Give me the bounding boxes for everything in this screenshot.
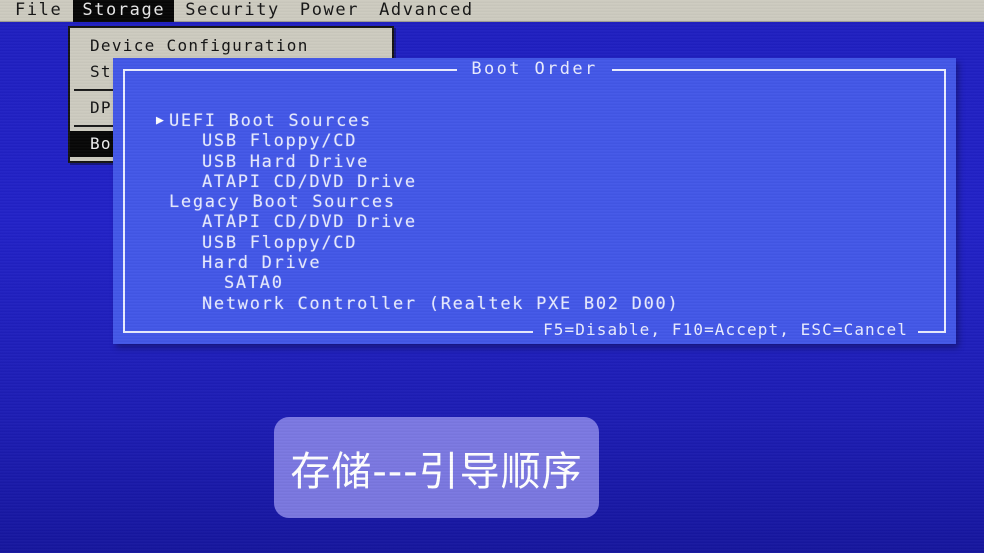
boot-list-item[interactable]: SATA0: [169, 273, 924, 293]
caption-overlay: 存储---引导顺序: [274, 417, 599, 518]
boot-list-item-label: UEFI Boot Sources: [169, 111, 372, 131]
boot-list-item-label: Hard Drive: [202, 253, 322, 274]
boot-list-item[interactable]: Network Controller (Realtek PXE B02 D00): [169, 294, 924, 314]
boot-list-item[interactable]: ▶ UEFI Boot Sources: [156, 111, 924, 131]
boot-list-item-label: ATAPI CD/DVD Drive: [202, 171, 417, 192]
boot-list-item[interactable]: ATAPI CD/DVD Drive: [169, 172, 924, 192]
boot-list-item-label: Network Controller (Realtek PXE B02 D00): [202, 293, 680, 314]
boot-list-item-label: ATAPI CD/DVD Drive: [202, 212, 417, 233]
dialog-key-hints: F5=Disable, F10=Accept, ESC=Cancel: [533, 320, 918, 340]
dropdown-item-0[interactable]: Device Configuration: [70, 33, 392, 59]
boot-list-item[interactable]: Legacy Boot Sources: [169, 192, 924, 212]
boot-order-dialog: Boot Order ▶ UEFI Boot Sources USB Floppy/…: [113, 58, 956, 344]
boot-list-item-label: SATA0: [224, 273, 284, 294]
dialog-title: Boot Order: [457, 59, 612, 79]
boot-order-list[interactable]: ▶ UEFI Boot Sources USB Floppy/CD USB Hard …: [156, 111, 924, 314]
boot-list-item-label: USB Hard Drive: [202, 151, 370, 172]
boot-list-item-label: Legacy Boot Sources: [169, 192, 396, 213]
boot-list-item[interactable]: USB Hard Drive: [169, 152, 924, 172]
bios-screen: File Storage Security Power Advanced Device …: [0, 0, 984, 553]
boot-list-item-label: USB Floppy/CD: [202, 131, 358, 152]
menu-item-storage[interactable]: Storage: [73, 0, 175, 22]
boot-list-item[interactable]: Hard Drive: [169, 253, 924, 273]
boot-list-item[interactable]: USB Floppy/CD: [169, 131, 924, 151]
menu-bar: File Storage Security Power Advanced: [0, 0, 984, 22]
caption-text: 存储---引导顺序: [290, 448, 583, 495]
menu-item-security[interactable]: Security: [176, 0, 289, 22]
boot-list-item[interactable]: USB Floppy/CD: [169, 233, 924, 253]
selection-cursor-icon: ▶: [156, 113, 166, 128]
menu-item-file[interactable]: File: [6, 0, 71, 22]
dialog-frame: Boot Order ▶ UEFI Boot Sources USB Floppy/…: [123, 59, 946, 340]
menu-item-power[interactable]: Power: [291, 0, 368, 22]
boot-list-item[interactable]: ATAPI CD/DVD Drive: [169, 212, 924, 232]
boot-list-item-label: USB Floppy/CD: [202, 232, 358, 253]
menu-item-advanced[interactable]: Advanced: [370, 0, 483, 22]
